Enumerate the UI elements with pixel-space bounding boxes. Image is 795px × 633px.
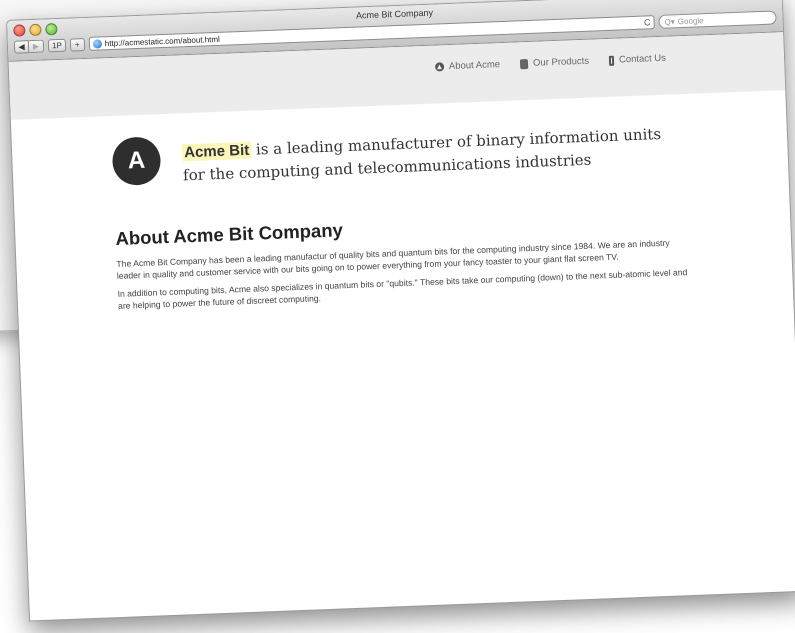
about-section: About Acme Bit Company The Acme Bit Comp… — [115, 206, 693, 318]
brand-name: Acme Bit — [181, 141, 252, 162]
nav-contact-us[interactable]: Contact Us — [608, 52, 667, 66]
history-buttons: ◀ ▶ — [13, 39, 45, 54]
forward-button[interactable]: ▶ — [28, 39, 45, 53]
site-nav: About Acme Our Products Contact Us — [434, 52, 667, 73]
onepassword-button[interactable]: 1P — [47, 38, 67, 52]
back-button[interactable]: ◀ — [13, 39, 30, 54]
browser-stage: Acme Bit Company ◀ ▶ 1P + http://acmesta… — [6, 0, 795, 630]
search-icon: Q▾ — [664, 16, 675, 27]
add-bookmark-button[interactable]: + — [69, 37, 86, 52]
box-icon — [519, 58, 529, 69]
nav-our-products-label: Our Products — [532, 55, 590, 69]
hero: A Acme Bit is a leading manufacturer of … — [111, 117, 672, 186]
search-field[interactable]: Q▾ Google — [658, 10, 777, 29]
reload-icon[interactable]: C — [644, 17, 651, 27]
globe-icon — [92, 38, 102, 49]
info-circle-icon — [434, 62, 445, 72]
search-placeholder: Google — [677, 15, 704, 26]
tagline: Acme Bit is a leading manufacturer of bi… — [181, 122, 683, 186]
phone-icon — [608, 55, 615, 66]
nav-our-products[interactable]: Our Products — [519, 55, 590, 70]
nav-contact-us-label: Contact Us — [618, 52, 667, 66]
acme-logo[interactable]: A — [111, 136, 162, 186]
browser-window: Acme Bit Company ◀ ▶ 1P + http://acmesta… — [6, 0, 795, 622]
nav-about-acme-label: About Acme — [448, 59, 501, 73]
nav-about-acme[interactable]: About Acme — [434, 59, 501, 73]
tagline-text: is a leading manufacturer of binary info… — [182, 124, 662, 185]
